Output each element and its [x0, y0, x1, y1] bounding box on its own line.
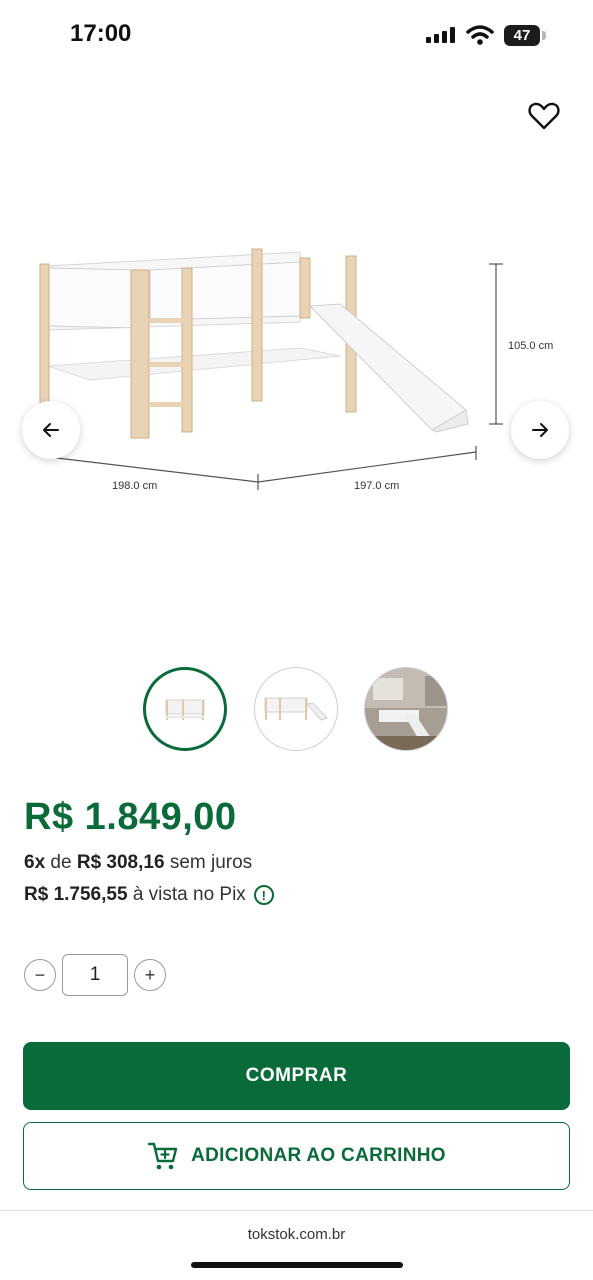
installment-count: 6x — [24, 852, 46, 873]
battery-indicator: 47 — [504, 25, 540, 46]
dimension-height-label: 105.0 cm — [508, 340, 553, 352]
pix-suffix: à vista no Pix — [132, 884, 246, 905]
quantity-input[interactable] — [62, 954, 128, 996]
next-image-button[interactable] — [511, 401, 569, 459]
thumbnail-2[interactable] — [254, 667, 338, 751]
thumbnail-2-image — [264, 697, 328, 721]
thumbnail-3[interactable] — [364, 667, 448, 751]
home-indicator[interactable] — [191, 1262, 403, 1268]
thumbnail-1[interactable] — [143, 667, 227, 751]
installment-info: 6x de R$ 308,16 sem juros — [24, 852, 252, 874]
add-to-cart-button[interactable]: ADICIONAR AO CARRINHO — [23, 1122, 570, 1190]
thumbnail-1-image — [165, 699, 205, 720]
status-time: 17:00 — [70, 20, 132, 47]
pix-price-info: R$ 1.756,55 à vista no Pix ! — [24, 884, 274, 906]
previous-image-button[interactable] — [22, 401, 80, 459]
bottom-divider — [0, 1210, 593, 1211]
buy-button[interactable]: COMPRAR — [23, 1042, 570, 1110]
add-to-cart-label: ADICIONAR AO CARRINHO — [191, 1145, 446, 1166]
installment-connector: de — [50, 852, 72, 873]
product-price: R$ 1.849,00 — [24, 796, 237, 838]
quantity-increase-button[interactable]: + — [134, 959, 166, 991]
installment-amount: R$ 308,16 — [76, 852, 165, 873]
battery-cap — [542, 31, 546, 40]
cart-icon — [147, 1142, 178, 1170]
arrow-right-icon — [532, 423, 548, 437]
quantity-decrease-button[interactable]: − — [24, 959, 56, 991]
dimension-width-label: 197.0 cm — [354, 480, 399, 492]
info-icon[interactable]: ! — [253, 885, 274, 905]
arrow-left-icon — [43, 423, 59, 437]
product-image: 105.0 cm 198.0 cm 197.0 cm — [39, 248, 553, 492]
thumbnail-3-image — [365, 668, 447, 750]
installment-suffix: sem juros — [169, 852, 253, 873]
dimension-depth-label: 198.0 cm — [112, 480, 157, 492]
cellular-signal-icon — [426, 27, 455, 43]
browser-url[interactable]: tokstok.com.br — [0, 1226, 593, 1243]
heart-icon[interactable] — [528, 101, 560, 131]
pix-amount: R$ 1.756,55 — [24, 884, 128, 905]
wifi-icon — [466, 25, 494, 45]
